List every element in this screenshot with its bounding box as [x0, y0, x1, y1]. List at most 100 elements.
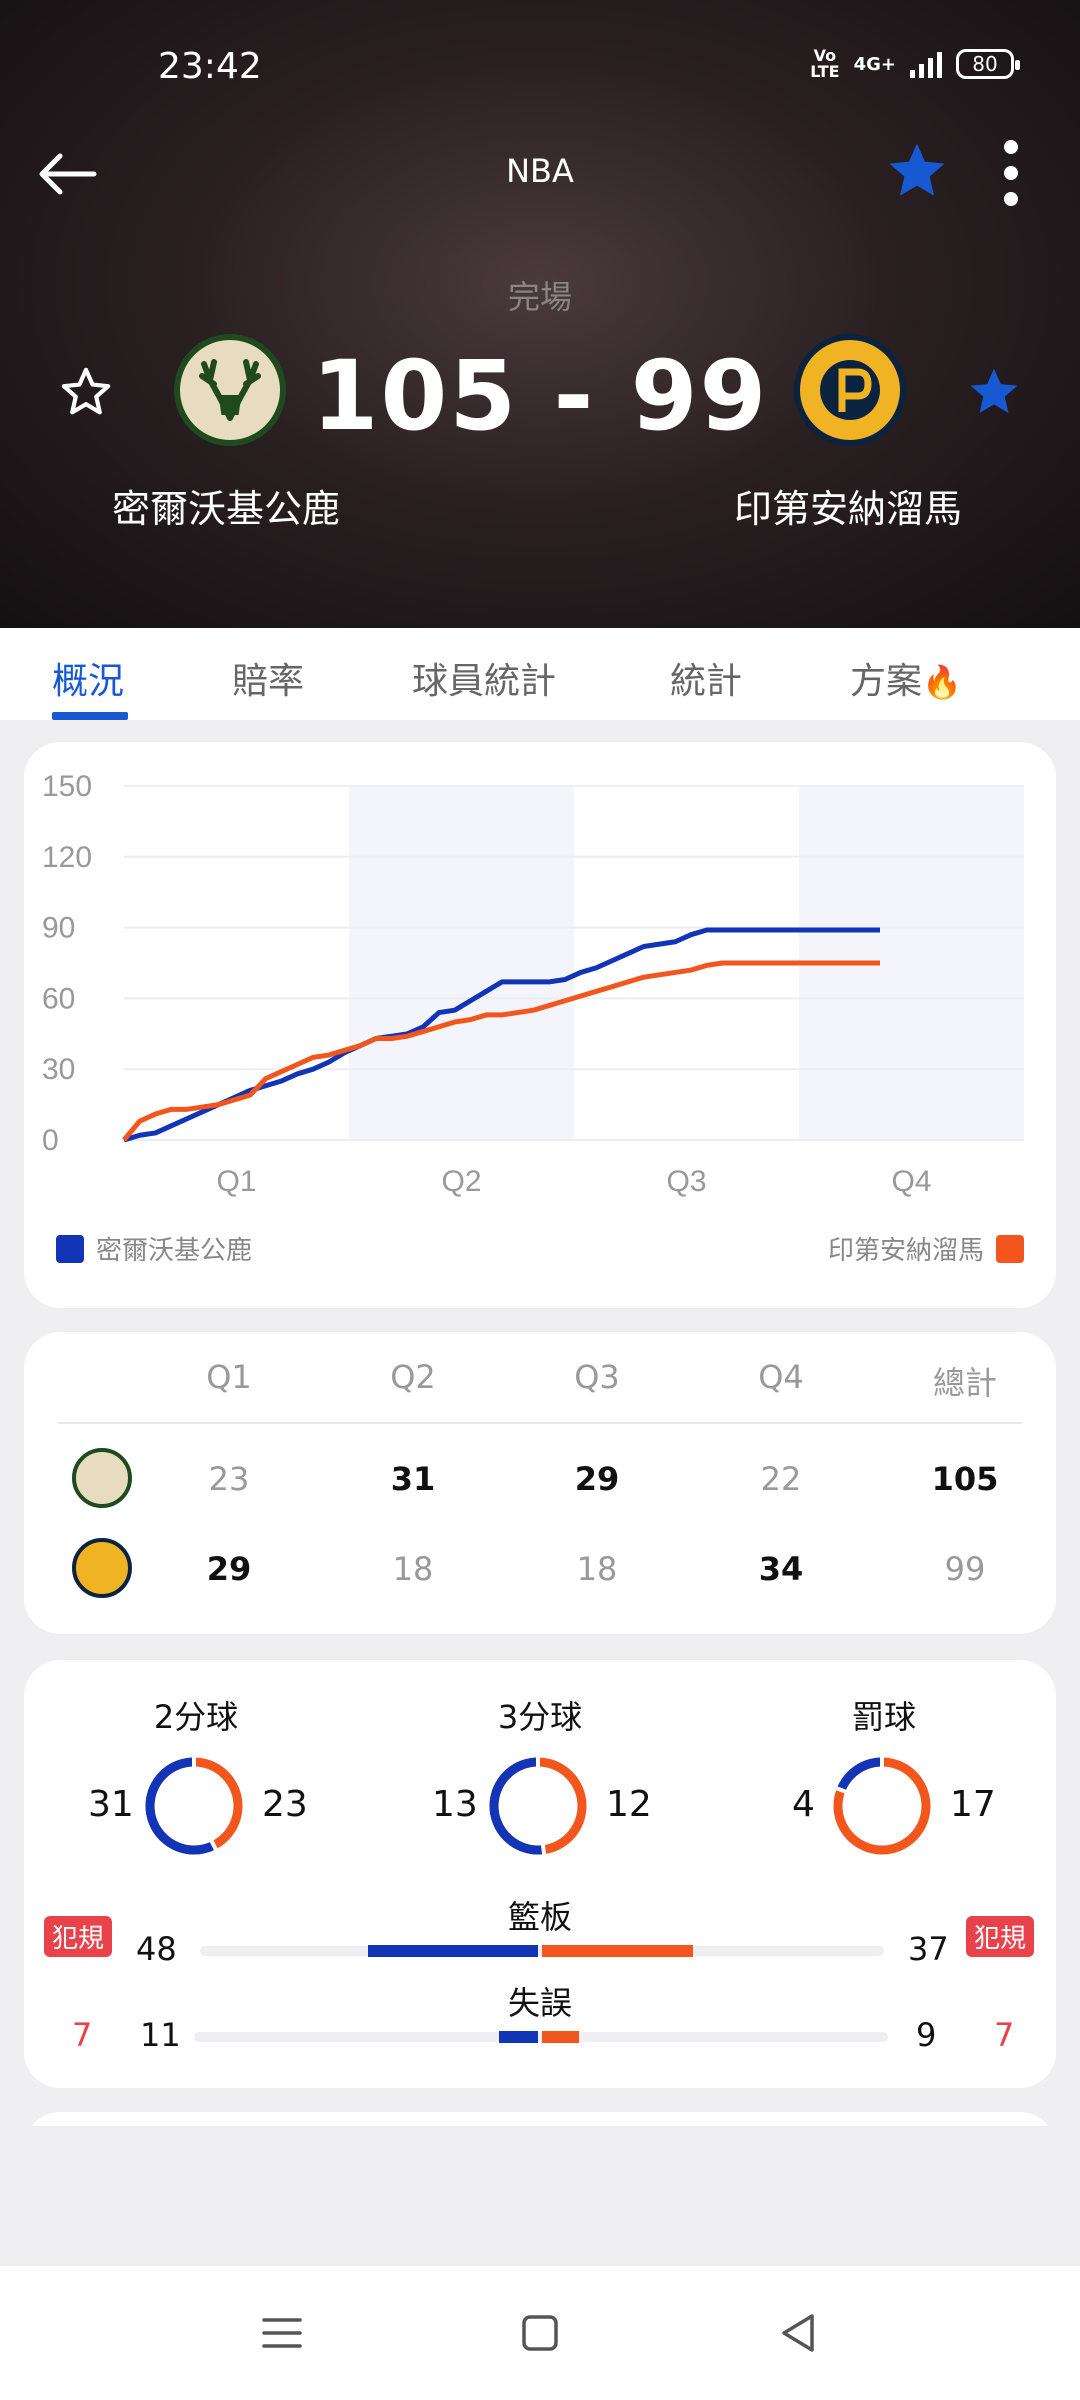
away-q3-score: 18 [576, 1550, 618, 1588]
total-header: 總計 [932, 1364, 997, 1402]
legend-away: 印第安納溜馬 [828, 1230, 1024, 1267]
home-q4-score: 22 [760, 1460, 802, 1498]
home-square-icon[interactable] [510, 2306, 570, 2360]
score: 105 - 99 [311, 340, 769, 452]
volte-icon: Vo LTE [810, 46, 840, 81]
quarter-header: Q1 [206, 1358, 252, 1396]
legend-home-swatch [56, 1234, 84, 1263]
tab-plans[interactable]: 方案🔥 [850, 652, 962, 704]
star-filled-icon [889, 143, 945, 196]
quarter-header: Q3 [574, 1358, 620, 1396]
two-point-label: 2分球 [153, 1698, 239, 1736]
y-tick-label: 60 [42, 982, 75, 1015]
quarter-band [124, 786, 349, 1140]
away-q1-score: 29 [206, 1550, 252, 1588]
y-tick-label: 30 [42, 1053, 75, 1086]
turnovers-away-bar [542, 2031, 579, 2043]
more-menu-button[interactable] [996, 140, 1026, 206]
away-follow-button[interactable] [966, 364, 1026, 420]
x-tick-label: Q1 [216, 1165, 256, 1198]
tab-plans-label: 方案 [850, 661, 923, 702]
home-total-score: 105 [931, 1460, 999, 1498]
quarter-scores-card: Q1 Q2 Q3 Q4 總計 23 31 29 22 105 29 18 18 … [24, 1332, 1056, 1634]
system-nav-bar [0, 2266, 1080, 2400]
divider [58, 1422, 1022, 1424]
match-header: 23:42 Vo LTE 4G+ 80 NBA 完場 105 - 99 密爾沃基… [0, 0, 1080, 628]
legend-home-label: 密爾沃基公鹿 [96, 1236, 253, 1266]
two-point-home: 31 [88, 1784, 134, 1825]
tab-bar: 概況 賠率 球員統計 統計 方案🔥 [0, 628, 1080, 720]
rebounds-away: 37 [908, 1930, 949, 1968]
turnovers-away: 9 [916, 2016, 937, 2054]
home-foul-badge: 犯規 [44, 1916, 113, 1957]
home-team-logo-small [72, 1448, 132, 1508]
score-progression-chart: 150 120 90 60 30 0 Q1 Q2 Q3 Q4 [42, 770, 1024, 1198]
turnovers-label: 失誤 [507, 1984, 572, 2022]
x-tick-label: Q2 [441, 1165, 481, 1198]
tab-active-indicator [52, 712, 128, 720]
away-q2-score: 18 [392, 1550, 434, 1588]
menu-icon[interactable] [252, 2306, 312, 2360]
free-throw-home: 4 [792, 1784, 815, 1825]
y-tick-label: 150 [42, 770, 92, 803]
three-point-away: 12 [606, 1784, 652, 1825]
free-throw-away: 17 [950, 1784, 996, 1825]
free-throw-label: 罰球 [851, 1698, 916, 1736]
turnovers-home-bar [499, 2031, 538, 2043]
flame-icon: 🔥 [922, 663, 962, 701]
legend-home: 密爾沃基公鹿 [56, 1230, 252, 1267]
tab-stats[interactable]: 統計 [670, 652, 742, 704]
turnovers-home: 11 [140, 2016, 181, 2054]
turnovers-bar-track [194, 2032, 888, 2042]
pacers-p-icon [820, 360, 880, 420]
home-q2-score: 31 [390, 1460, 436, 1498]
away-team-logo[interactable] [794, 334, 906, 446]
background-fill [0, 2126, 1080, 2266]
home-q1-score: 23 [208, 1460, 250, 1498]
signal-icon [910, 50, 942, 78]
quarter-header: Q4 [758, 1358, 804, 1396]
legend-away-swatch [996, 1234, 1024, 1263]
legend-away-label: 印第安納溜馬 [827, 1236, 984, 1266]
score-progression-card: 150 120 90 60 30 0 Q1 Q2 Q3 Q4 密爾沃基公鹿 印第安納溜馬 [24, 742, 1056, 1308]
match-status: 完場 [507, 278, 572, 316]
network-label: 4G+ [853, 53, 896, 75]
away-fouls-count: 7 [994, 2016, 1015, 2054]
x-tick-label: Q4 [891, 1165, 931, 1198]
star-filled-icon [970, 368, 1018, 413]
y-tick-label: 90 [42, 912, 75, 945]
quarter-band [349, 786, 574, 1140]
rebounds-home: 48 [136, 1930, 177, 1968]
away-q4-score: 34 [758, 1550, 804, 1588]
home-fouls-count: 7 [72, 2016, 93, 2054]
battery-icon: 80 [956, 49, 1020, 79]
donut-gap [540, 1843, 547, 1856]
rebounds-home-bar [368, 1945, 538, 1957]
three-point-donut [489, 1756, 587, 1856]
quarter-header: Q2 [390, 1358, 436, 1396]
status-time: 23:42 [158, 46, 262, 87]
x-tick-label: Q3 [666, 1165, 706, 1198]
free-throw-donut [833, 1756, 931, 1855]
home-team-name[interactable]: 密爾沃基公鹿 [112, 478, 340, 533]
two-point-away: 23 [262, 1784, 308, 1825]
home-q3-score: 29 [574, 1460, 620, 1498]
two-point-donut [145, 1756, 243, 1855]
y-tick-label: 0 [42, 1124, 59, 1157]
team-stats-card: 2分球 31 23 3分球 13 12 罰球 4 17 犯規 犯規 籃板 48 … [24, 1660, 1056, 2088]
tab-odds[interactable]: 賠率 [232, 652, 304, 704]
three-point-label: 3分球 [497, 1698, 583, 1736]
away-total-score: 99 [944, 1550, 986, 1588]
back-triangle-icon[interactable] [768, 2306, 828, 2360]
three-point-home: 13 [432, 1784, 478, 1825]
rebounds-label: 籃板 [507, 1898, 572, 1936]
away-team-logo-small [72, 1538, 132, 1598]
favorite-button[interactable] [884, 138, 950, 204]
tab-overview[interactable]: 概況 [52, 652, 124, 704]
y-tick-label: 120 [42, 841, 92, 874]
tab-player-stats[interactable]: 球員統計 [412, 652, 556, 704]
rebounds-away-bar [542, 1945, 693, 1957]
away-foul-badge: 犯規 [966, 1916, 1035, 1957]
status-icons: Vo LTE 4G+ 80 [810, 46, 1020, 81]
away-team-name[interactable]: 印第安納溜馬 [734, 478, 962, 533]
